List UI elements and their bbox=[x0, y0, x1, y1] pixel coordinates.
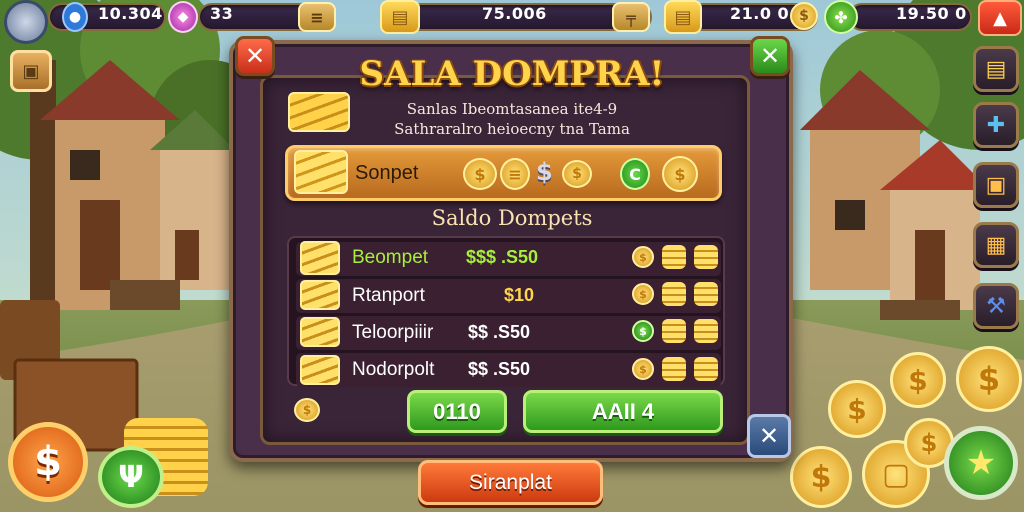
row-coin-stack bbox=[662, 245, 686, 269]
featured-gold-icon bbox=[294, 150, 348, 194]
star-button[interactable]: ★ bbox=[944, 426, 1018, 500]
dialog-cancel-button[interactable]: ✕ bbox=[747, 414, 791, 458]
featured-badge: C bbox=[620, 158, 650, 190]
row-price: $$ .S50 bbox=[468, 359, 531, 379]
player-level-value: 10.304 bbox=[98, 4, 163, 23]
row-coin-stack bbox=[662, 357, 686, 381]
row-label: Teloorpiiir bbox=[352, 322, 434, 343]
dialog-subtitle-line1: Sanlas Ibeomtasanea ite4-9 bbox=[406, 100, 618, 118]
gems-value: 33 bbox=[210, 4, 234, 23]
row-gold-icon bbox=[300, 280, 340, 310]
map-pin-icon: ● bbox=[62, 2, 88, 32]
row-coin-stack bbox=[694, 245, 718, 269]
coins-right-value: 21.0 0 bbox=[730, 4, 790, 23]
coin-large-2: $ bbox=[890, 352, 946, 408]
coin-large-3: $ bbox=[828, 380, 886, 438]
chest-icon: ▣ bbox=[985, 172, 1007, 198]
buy-small-button[interactable]: 0110 bbox=[407, 390, 507, 433]
row-coin-stack bbox=[662, 282, 686, 306]
buy-small-label: 0110 bbox=[433, 398, 481, 424]
row-label: Beompet bbox=[352, 247, 429, 268]
gem-icon: ◆ bbox=[168, 1, 198, 33]
row-coin-icon: $ bbox=[632, 246, 654, 268]
currency-far-right-value: 19.50 0 bbox=[896, 4, 967, 23]
chest-button[interactable]: ▣ bbox=[973, 162, 1019, 208]
gold-bars-decoration bbox=[288, 92, 350, 132]
avatar[interactable] bbox=[4, 0, 48, 44]
crate-icon: ▦ bbox=[985, 232, 1007, 258]
add-gems-button[interactable]: ≡ bbox=[298, 2, 336, 32]
row-coin-stack bbox=[694, 282, 718, 306]
section-heading: Saldo Dompets bbox=[431, 206, 593, 230]
row-label: Rtanport bbox=[352, 285, 425, 306]
row-coin-stack bbox=[662, 319, 686, 343]
small-coin-icon: $ bbox=[294, 398, 320, 422]
row-price: $$$ .S50 bbox=[466, 247, 539, 267]
x-icon: ✕ bbox=[758, 422, 780, 450]
shop-button[interactable]: ▲ bbox=[978, 0, 1022, 36]
bottom-action-button[interactable]: Siranplat bbox=[418, 460, 603, 505]
coin-icon: $ bbox=[790, 2, 818, 30]
featured-coin-1: $ bbox=[463, 158, 497, 190]
row-coin-icon: $ bbox=[632, 283, 654, 305]
row-gold-icon bbox=[300, 355, 340, 385]
row-label: Nodorpolt bbox=[352, 359, 435, 380]
coin-large-4: $ bbox=[790, 446, 852, 508]
dialog-title: SALA DOMPRA! bbox=[359, 54, 665, 94]
coin-large-1: $ bbox=[956, 346, 1022, 412]
featured-coin-symbol: $ bbox=[536, 158, 553, 186]
row-coin-stack bbox=[694, 357, 718, 381]
green-coin-button[interactable]: Ψ bbox=[98, 446, 164, 508]
row-coin-icon: $ bbox=[632, 358, 654, 380]
row-coin-stack bbox=[694, 319, 718, 343]
row-gold-icon bbox=[300, 317, 340, 347]
currency-coin-button[interactable]: $ bbox=[8, 422, 88, 502]
gold-stack-icon: ▤ bbox=[380, 0, 420, 34]
hammer-button[interactable]: ⚒ bbox=[973, 283, 1019, 329]
bottom-action-label: Siranplat bbox=[469, 470, 552, 494]
gold-center-value: 75.006 bbox=[482, 4, 547, 23]
dialog-subtitle-line2: Sathraralro heioecny tna Tama bbox=[394, 120, 630, 138]
featured-label: Sonpet bbox=[355, 162, 419, 184]
featured-coin-4: $ bbox=[662, 156, 698, 192]
row-green-coin-icon: $ bbox=[632, 320, 654, 342]
hammer-icon: ⚒ bbox=[986, 293, 1006, 319]
add-gold-button[interactable]: ╤ bbox=[612, 2, 650, 32]
clover-icon: ✤ bbox=[824, 0, 858, 34]
row-gold-icon bbox=[300, 241, 340, 275]
row-price: $10 bbox=[504, 285, 535, 305]
featured-badge-label: C bbox=[629, 164, 641, 184]
featured-coin-3: $ bbox=[562, 160, 592, 188]
buy-all-label: AAII 4 bbox=[591, 398, 655, 424]
row-price: $$ .S50 bbox=[468, 322, 531, 342]
coin-stack-icon: ▤ bbox=[664, 0, 702, 34]
buy-all-button[interactable]: AAII 4 bbox=[523, 390, 723, 433]
featured-coin-2: ≡ bbox=[500, 158, 530, 190]
